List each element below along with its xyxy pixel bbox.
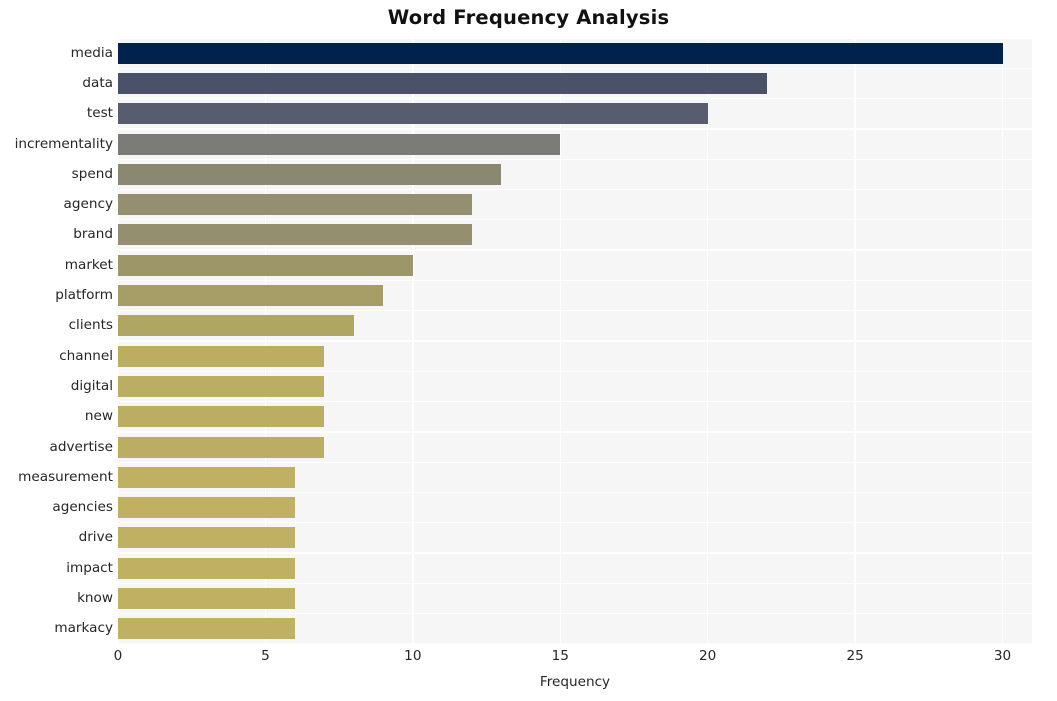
bar (118, 315, 354, 337)
x-axis-label: Frequency (539, 674, 611, 690)
y-tick-label: spend (71, 165, 113, 182)
y-tick-label: impact (66, 559, 113, 576)
y-tick-label: advertise (49, 438, 113, 455)
bar (118, 406, 325, 428)
x-tick-label: 5 (261, 648, 270, 664)
bar (118, 375, 325, 397)
bar (118, 527, 295, 549)
y-tick-label: measurement (18, 468, 113, 485)
bar (118, 133, 561, 155)
y-tick-label: incrementality (14, 135, 113, 152)
bar (118, 618, 295, 640)
page-title: Word Frequency Analysis (387, 6, 670, 29)
y-tick-label: know (77, 590, 113, 607)
y-tick-label: digital (70, 377, 113, 394)
x-tick-label: 20 (699, 648, 717, 664)
bar (118, 254, 413, 276)
bar (118, 163, 502, 185)
y-tick-label: agencies (52, 499, 113, 516)
y-tick-label: drive (78, 529, 113, 546)
bars-container (118, 38, 1032, 644)
x-tick-label: 25 (846, 648, 864, 664)
bar (118, 497, 295, 519)
y-tick-label: channel (59, 347, 113, 364)
plot-area (118, 38, 1032, 644)
bar (118, 72, 767, 94)
y-tick-label: clients (68, 317, 113, 334)
bar (118, 42, 1003, 64)
bar (118, 345, 325, 367)
y-tick-label: agency (63, 196, 113, 213)
x-axis-tick-labels: 0 5 10 15 20 25 30 (114, 648, 1032, 670)
y-axis-tick-labels: media data test incrementality spend agency br… (0, 38, 113, 644)
x-tick-label: 15 (551, 648, 569, 664)
x-tick-label: 10 (404, 648, 422, 664)
y-tick-label: brand (73, 226, 113, 243)
y-tick-label: test (86, 105, 113, 122)
y-tick-label: data (82, 74, 113, 91)
bar (118, 194, 472, 216)
bar (118, 466, 295, 488)
bar (118, 224, 472, 246)
bar (118, 103, 708, 125)
y-tick-label: platform (55, 287, 113, 304)
x-tick-label: 30 (993, 648, 1012, 664)
y-tick-label: new (84, 408, 113, 425)
bar (118, 285, 384, 307)
x-tick-label: 0 (113, 648, 123, 664)
bar (118, 588, 295, 610)
y-tick-label: market (64, 256, 113, 273)
bar (118, 557, 295, 579)
bar (118, 436, 325, 458)
word-frequency-chart-figure: Word Frequency Analysis media data test inc… (0, 0, 1057, 701)
y-tick-label: media (70, 44, 113, 61)
y-tick-label: markacy (54, 620, 113, 637)
